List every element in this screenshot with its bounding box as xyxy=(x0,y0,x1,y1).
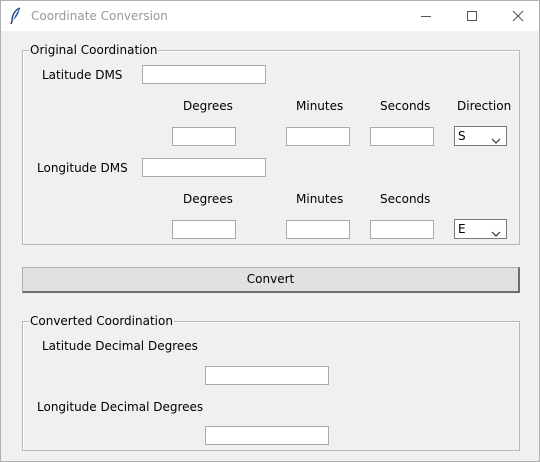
maximize-button[interactable] xyxy=(449,1,495,31)
feather-icon xyxy=(9,7,23,25)
longitude-decimal-output[interactable] xyxy=(205,426,329,445)
longitude-degrees-input[interactable] xyxy=(172,220,236,239)
longitude-direction-select[interactable]: E xyxy=(454,219,507,239)
minimize-button[interactable] xyxy=(403,1,449,31)
latitude-direction-value: S xyxy=(458,129,466,143)
latitude-seconds-input[interactable] xyxy=(370,127,434,146)
longitude-minutes-label: Minutes xyxy=(296,192,344,206)
latitude-seconds-label: Seconds xyxy=(380,99,431,113)
longitude-decimal-label: Longitude Decimal Degrees xyxy=(37,400,204,414)
longitude-minutes-input[interactable] xyxy=(286,220,350,239)
longitude-dms-input[interactable] xyxy=(142,158,266,177)
latitude-degrees-label: Degrees xyxy=(183,99,233,113)
convert-button[interactable]: Convert xyxy=(22,267,520,293)
close-button[interactable] xyxy=(495,1,540,31)
chevron-down-icon xyxy=(491,133,501,147)
latitude-dms-input[interactable] xyxy=(142,65,266,84)
converted-coordination-label: Converted Coordination xyxy=(29,314,174,328)
app-window: Coordinate Conversion Original Coordinat… xyxy=(0,0,540,462)
longitude-degrees-label: Degrees xyxy=(183,192,233,206)
latitude-minutes-label: Minutes xyxy=(296,99,344,113)
latitude-direction-label: Direction xyxy=(457,99,512,113)
chevron-down-icon xyxy=(491,226,501,240)
original-coordination-label: Original Coordination xyxy=(29,43,159,57)
longitude-seconds-input[interactable] xyxy=(370,220,434,239)
latitude-decimal-label: Latitude Decimal Degrees xyxy=(42,339,198,353)
longitude-dms-label: Longitude DMS xyxy=(37,161,128,175)
latitude-dms-label: Latitude DMS xyxy=(42,68,123,82)
latitude-direction-select[interactable]: S xyxy=(454,126,507,146)
window-title: Coordinate Conversion xyxy=(31,9,168,23)
latitude-degrees-input[interactable] xyxy=(172,127,236,146)
latitude-decimal-output[interactable] xyxy=(205,366,329,385)
latitude-minutes-input[interactable] xyxy=(286,127,350,146)
longitude-direction-value: E xyxy=(458,222,466,236)
title-bar[interactable]: Coordinate Conversion xyxy=(1,1,539,31)
longitude-seconds-label: Seconds xyxy=(380,192,431,206)
